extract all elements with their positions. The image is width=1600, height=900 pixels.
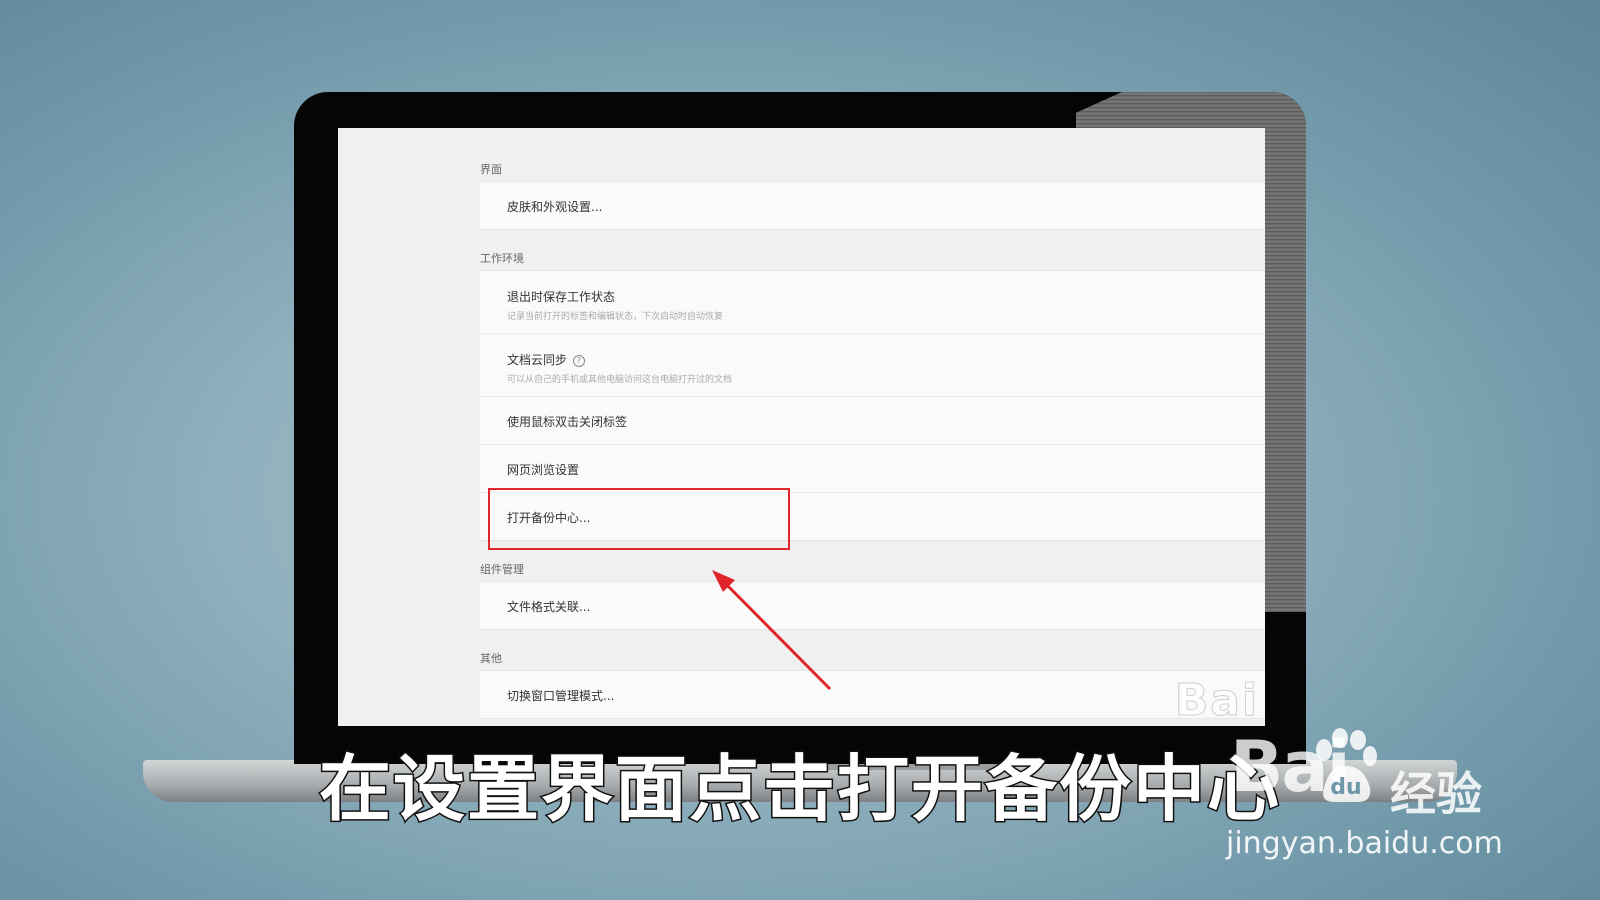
section-label-other: 其他 [480, 652, 502, 665]
settings-panel: 界面 皮肤和外观设置... 工作环境 退出时保存工作状态 记录当前打开的标签和编… [480, 128, 1265, 726]
setting-row-file-assoc[interactable]: 文件格式关联... [480, 582, 1265, 629]
baidu-jingyan-text: 经验 [1390, 767, 1482, 821]
setting-title: 切换窗口管理模式... [507, 689, 615, 703]
setting-row-web-browse[interactable]: 网页浏览设置 [480, 445, 1265, 493]
section-card-components: 文件格式关联... [480, 581, 1265, 630]
caption: 在设置界面点击打开备份中心 [317, 746, 1281, 833]
laptop-screen: 界面 皮肤和外观设置... 工作环境 退出时保存工作状态 记录当前打开的标签和编… [338, 128, 1265, 726]
section-card-other: 切换窗口管理模式... [480, 670, 1265, 719]
baidu-url: jingyan.baidu.com [1226, 826, 1503, 861]
setting-description: 可以从自己的手机或其他电脑访问这台电脑打开过的文档 [507, 375, 733, 385]
help-circle-icon[interactable]: ? [573, 355, 586, 367]
section-card-interface: 皮肤和外观设置... [480, 181, 1265, 230]
highlight-box [488, 488, 790, 550]
setting-title: 文档云同步 [507, 353, 568, 367]
setting-description: 记录当前打开的标签和编辑状态，下次启动时自动恢复 [507, 312, 724, 322]
section-label-components: 组件管理 [480, 563, 524, 576]
setting-title: 网页浏览设置 [507, 463, 580, 477]
setting-row-double-click-close[interactable]: 使用鼠标双击关闭标签 [480, 397, 1265, 445]
section-label-workspace: 工作环境 [480, 252, 524, 265]
setting-title-wrap: 文档云同步? [507, 351, 586, 368]
setting-row-cloud-sync[interactable]: 文档云同步? 可以从自己的手机或其他电脑访问这台电脑打开过的文档 [480, 334, 1265, 397]
setting-title: 文件格式关联... [507, 600, 591, 614]
screen-watermark: Bai [1174, 675, 1259, 727]
setting-title: 退出时保存工作状态 [507, 290, 616, 304]
setting-title: 皮肤和外观设置... [507, 200, 603, 214]
setting-title: 使用鼠标双击关闭标签 [507, 415, 628, 429]
baidu-paw-icon: du [1316, 728, 1377, 802]
setting-row-save-state[interactable]: 退出时保存工作状态 记录当前打开的标签和编辑状态，下次启动时自动恢复 [480, 271, 1265, 334]
setting-row-window-mode[interactable]: 切换窗口管理模式... [480, 671, 1265, 718]
setting-row-skin[interactable]: 皮肤和外观设置... [480, 182, 1265, 229]
section-label-interface: 界面 [480, 163, 502, 176]
svg-text:du: du [1330, 775, 1361, 800]
